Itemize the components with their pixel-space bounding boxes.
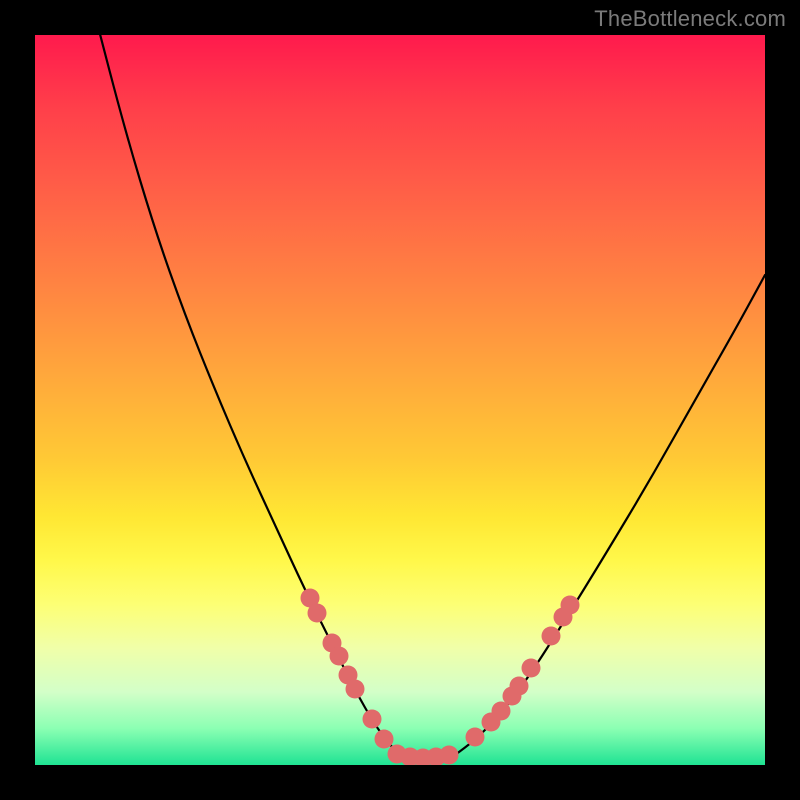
chart-svg xyxy=(35,35,765,765)
marker-dot xyxy=(308,604,327,623)
marker-dot xyxy=(522,659,541,678)
chart-frame: TheBottleneck.com xyxy=(0,0,800,800)
marker-dot xyxy=(542,627,561,646)
plot-area xyxy=(35,35,765,765)
marker-dot xyxy=(561,596,580,615)
marker-dot xyxy=(363,710,382,729)
marker-dot xyxy=(440,746,459,765)
marker-dot xyxy=(375,730,394,749)
watermark-text: TheBottleneck.com xyxy=(594,6,786,32)
marker-dot xyxy=(510,677,529,696)
marker-dots xyxy=(301,589,580,766)
curve-right-arm xyxy=(455,275,765,755)
curve-left-arm xyxy=(95,35,400,755)
marker-dot xyxy=(330,647,349,666)
marker-dot xyxy=(466,728,485,747)
marker-dot xyxy=(346,680,365,699)
